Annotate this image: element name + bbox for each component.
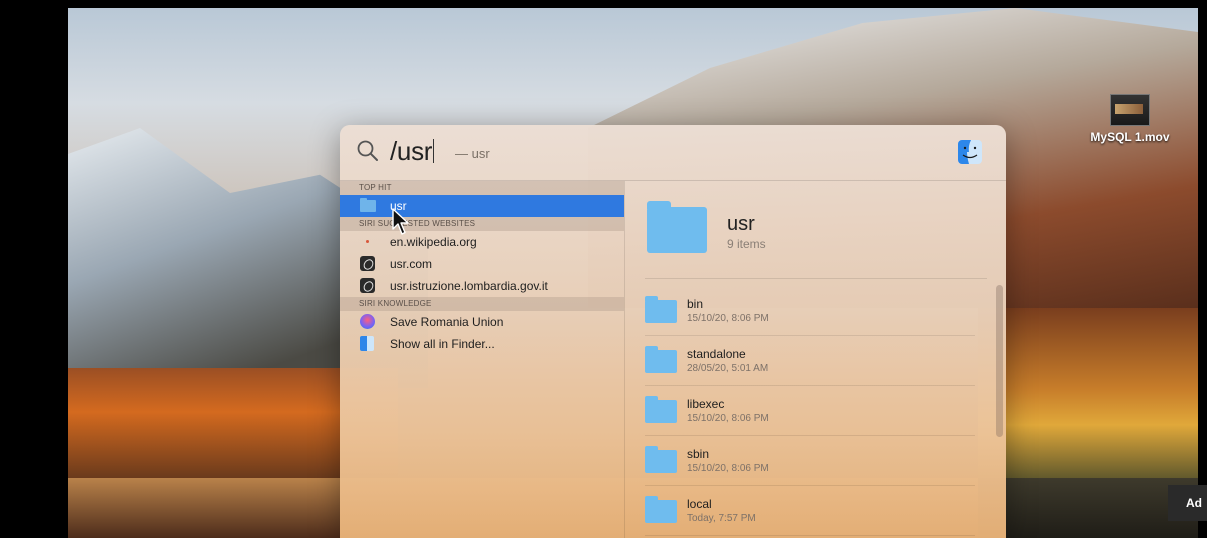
folder-icon (360, 198, 376, 214)
show-all-in-finder[interactable]: Show all in Finder... (340, 333, 624, 355)
section-header-siri-websites: SIRI SUGGESTED WEBSITES (340, 217, 624, 231)
file-name: sbin (687, 447, 710, 461)
file-date: 28/05/20, 5:01 AM (687, 363, 769, 374)
ad-badge: Ad (1168, 485, 1207, 521)
result-usr-istruzione[interactable]: usr.istruzione.lombardia.gov.it (340, 275, 624, 297)
search-input[interactable]: /usr (390, 136, 435, 167)
wikipedia-icon (360, 234, 376, 250)
result-en-wikipedia[interactable]: en.wikipedia.org (340, 231, 624, 253)
file-name: libexec (687, 397, 725, 411)
file-name: bin (687, 297, 704, 311)
section-header-top-hit: TOP HIT (340, 181, 624, 195)
autumn-forest-right (978, 308, 1198, 488)
file-date: 15/10/20, 8:06 PM (687, 463, 769, 474)
folder-contents-list: bin 15/10/20, 8:06 PM standalone 28/05/2… (645, 286, 975, 536)
file-item-local[interactable]: local Today, 7:57 PM (645, 486, 975, 536)
result-usr-folder[interactable]: usr (340, 195, 624, 217)
file-date: 15/10/20, 8:06 PM (687, 413, 769, 424)
search-icon (357, 140, 378, 161)
result-label: en.wikipedia.org (390, 235, 477, 249)
preview-pane: usr 9 items bin 15/10/20, 8:06 PM standa… (624, 181, 1006, 538)
result-save-romania-union[interactable]: Save Romania Union (340, 311, 624, 333)
safari-icon (360, 278, 376, 294)
file-name: local (687, 497, 712, 511)
finder-icon[interactable] (957, 139, 983, 165)
result-label: Save Romania Union (390, 315, 504, 329)
finder-icon (360, 336, 376, 352)
section-header-siri-knowledge: SIRI KNOWLEDGE (340, 297, 624, 311)
file-name: standalone (687, 347, 746, 361)
file-date: 15/10/20, 8:06 PM (687, 313, 769, 324)
file-date: Today, 7:57 PM (687, 513, 756, 524)
file-item-standalone[interactable]: standalone 28/05/20, 5:01 AM (645, 336, 975, 386)
folder-icon (645, 496, 677, 523)
folder-icon (645, 346, 677, 373)
safari-icon (360, 256, 376, 272)
preview-header: usr 9 items (645, 181, 987, 279)
search-query-text: /usr (390, 136, 433, 166)
result-label: usr.istruzione.lombardia.gov.it (390, 279, 548, 293)
result-label: usr.com (390, 257, 433, 271)
results-list: TOP HIT usr SIRI SUGGESTED WEBSITES en.w… (340, 181, 624, 538)
video-thumbnail-icon (1110, 94, 1150, 126)
file-item-sbin[interactable]: sbin 15/10/20, 8:06 PM (645, 436, 975, 486)
lake-shadow (978, 478, 1198, 538)
folder-icon (647, 201, 707, 253)
preview-title: usr (727, 213, 755, 235)
folder-icon (645, 396, 677, 423)
file-item-bin[interactable]: bin 15/10/20, 8:06 PM (645, 286, 975, 336)
desktop-file-label: MySQL 1.mov (1090, 130, 1170, 144)
search-completion-hint: — usr (455, 146, 490, 161)
file-item-libexec[interactable]: libexec 15/10/20, 8:06 PM (645, 386, 975, 436)
text-caret (433, 139, 435, 163)
preview-scrollbar[interactable] (996, 285, 1003, 437)
result-label: Show all in Finder... (390, 337, 495, 351)
folder-icon (645, 446, 677, 473)
siri-icon (360, 314, 376, 330)
preview-item-count: 9 items (727, 237, 766, 251)
result-usr-com[interactable]: usr.com (340, 253, 624, 275)
spotlight-window: /usr — usr TOP HIT usr SIRI SUGGESTED WE… (340, 125, 1006, 538)
desktop-file-mysql-mov[interactable]: MySQL 1.mov (1080, 94, 1180, 144)
spotlight-search-bar[interactable]: /usr — usr (340, 125, 1006, 181)
mouse-pointer-icon (392, 208, 409, 235)
folder-icon (645, 296, 677, 323)
